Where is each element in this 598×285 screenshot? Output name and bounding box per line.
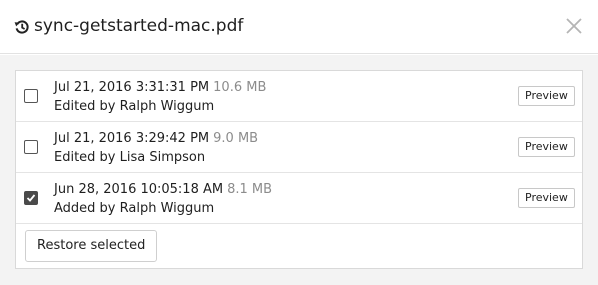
- close-icon[interactable]: [565, 17, 583, 35]
- version-row: Jun 28, 2016 10:05:18 AM 8.1 MB Added by …: [16, 173, 582, 224]
- preview-button[interactable]: Preview: [518, 188, 575, 208]
- dialog-header: sync-getstarted-mac.pdf: [0, 0, 598, 54]
- version-size: 10.6 MB: [213, 80, 267, 95]
- version-size: 8.1 MB: [227, 182, 273, 197]
- version-size: 9.0 MB: [213, 131, 259, 146]
- version-action: Edited by Lisa Simpson: [54, 150, 206, 165]
- version-checkbox[interactable]: [24, 89, 38, 103]
- dialog-body: Jul 21, 2016 3:31:31 PM 10.6 MB Edited by…: [0, 55, 598, 285]
- version-action: Edited by Ralph Wiggum: [54, 99, 215, 114]
- version-date: Jul 21, 2016 3:29:42 PM: [54, 131, 210, 146]
- version-date: Jun 28, 2016 10:05:18 AM: [54, 182, 224, 197]
- version-action: Added by Ralph Wiggum: [54, 201, 215, 216]
- version-row: Jul 21, 2016 3:31:31 PM 10.6 MB Edited by…: [16, 71, 582, 122]
- dialog-title: sync-getstarted-mac.pdf: [34, 16, 244, 36]
- preview-button[interactable]: Preview: [518, 137, 575, 157]
- version-row: Jul 21, 2016 3:29:42 PM 9.0 MB Edited by …: [16, 122, 582, 173]
- version-info: Jun 28, 2016 10:05:18 AM 8.1 MB: [54, 181, 272, 198]
- version-info: Jul 21, 2016 3:29:42 PM 9.0 MB: [54, 130, 258, 147]
- version-date: Jul 21, 2016 3:31:31 PM: [54, 80, 210, 95]
- version-info: Jul 21, 2016 3:31:31 PM 10.6 MB: [54, 79, 266, 96]
- version-list: Jul 21, 2016 3:31:31 PM 10.6 MB Edited by…: [15, 70, 583, 269]
- restore-selected-button[interactable]: Restore selected: [25, 230, 158, 262]
- version-checkbox[interactable]: [24, 140, 38, 154]
- version-checkbox[interactable]: [24, 191, 38, 205]
- checkmark-icon: [26, 194, 36, 202]
- preview-button[interactable]: Preview: [518, 86, 575, 106]
- history-icon: [14, 20, 29, 34]
